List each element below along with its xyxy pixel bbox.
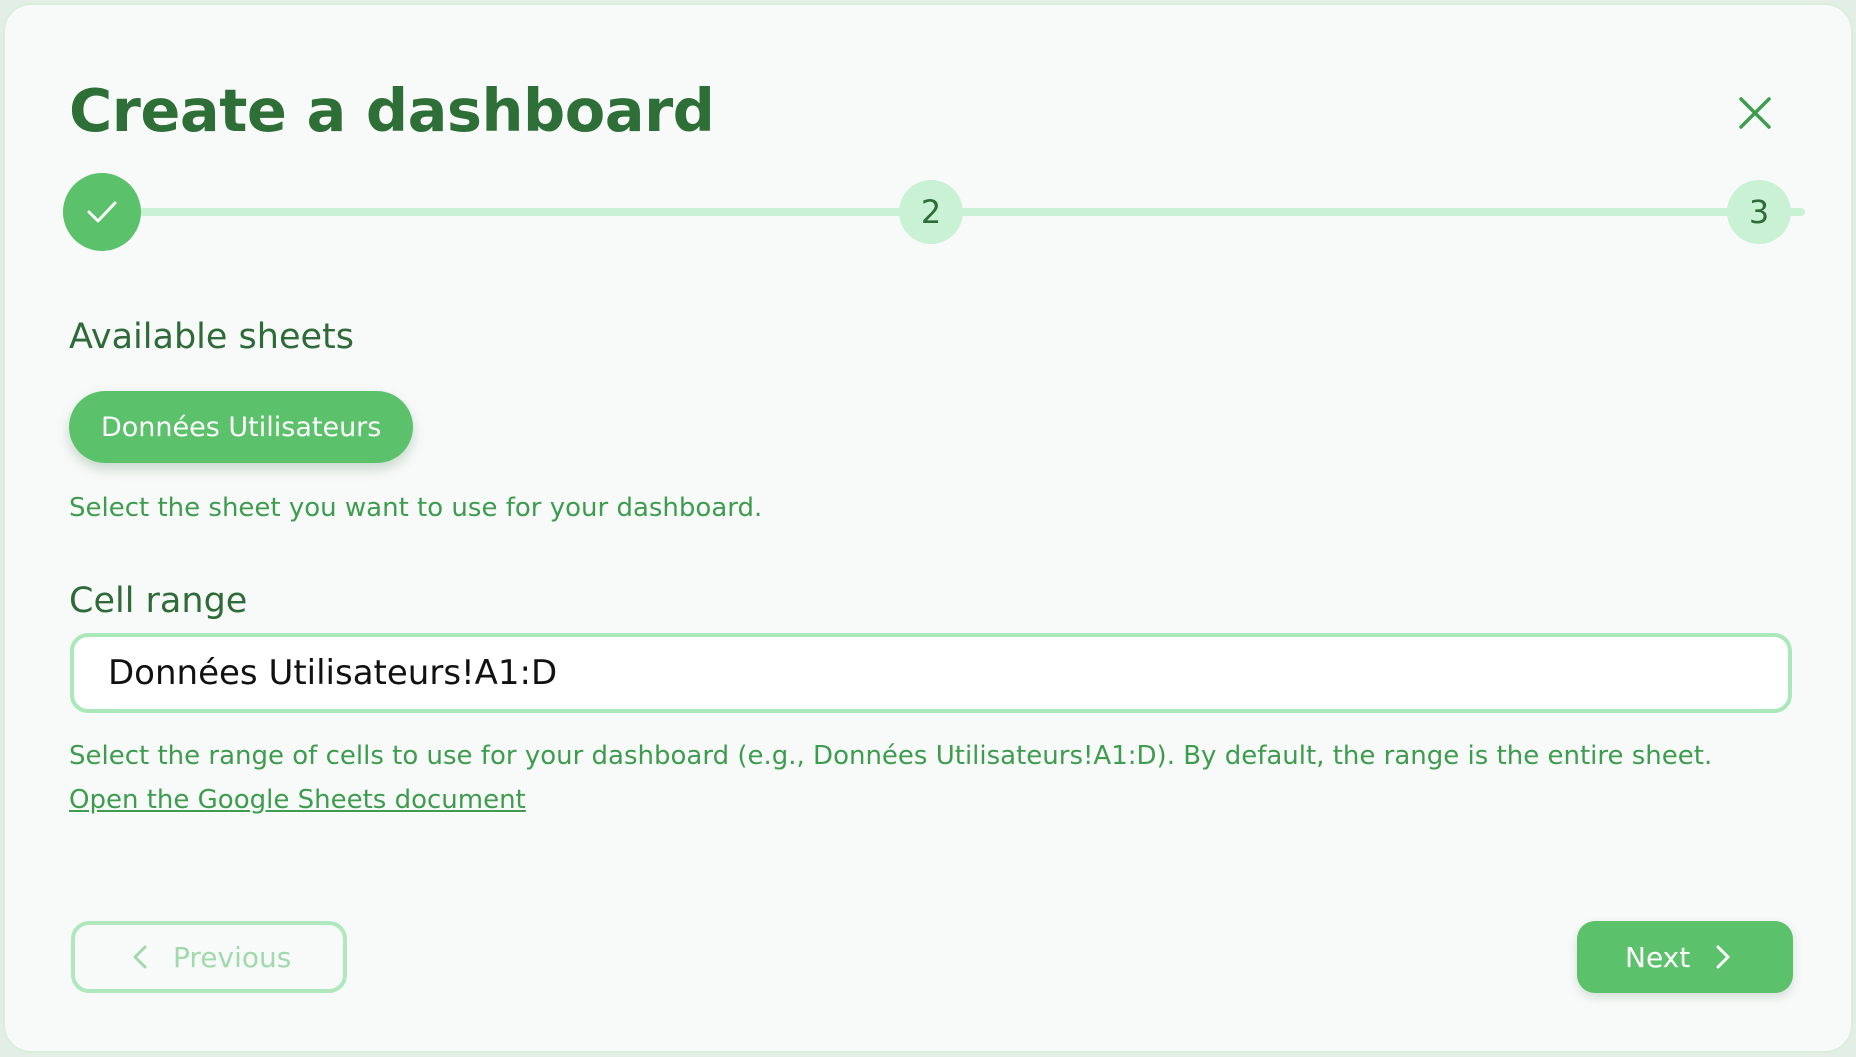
step-2: 2 [899, 180, 963, 244]
close-button[interactable] [1723, 81, 1787, 145]
sheets-help-text: Select the sheet you want to use for you… [69, 493, 763, 523]
sheet-chip-donnees-utilisateurs[interactable]: Données Utilisateurs [69, 391, 414, 463]
create-dashboard-dialog: Create a dashboard 2 3 Available sheets … [3, 3, 1853, 1053]
cell-range-input[interactable] [70, 633, 1792, 713]
range-help-text: Select the range of cells to use for you… [69, 741, 1713, 771]
check-icon [87, 201, 117, 223]
close-icon [1739, 97, 1771, 129]
progress-stepper: 2 3 [63, 173, 1805, 253]
step-1-completed [63, 173, 141, 251]
available-sheets-label: Available sheets [69, 317, 354, 357]
step-3: 3 [1727, 180, 1791, 244]
next-button[interactable]: Next [1577, 921, 1793, 993]
next-button-label: Next [1625, 940, 1691, 974]
chevron-left-icon [133, 945, 147, 969]
stepper-connector [139, 208, 981, 216]
dialog-title: Create a dashboard [69, 76, 715, 145]
previous-button-label: Previous [173, 940, 292, 974]
chevron-right-icon [1716, 945, 1730, 969]
cell-range-label: Cell range [69, 581, 248, 621]
open-google-sheets-link[interactable]: Open the Google Sheets document [69, 785, 526, 815]
stepper-connector [963, 208, 1805, 216]
previous-button[interactable]: Previous [71, 921, 347, 993]
